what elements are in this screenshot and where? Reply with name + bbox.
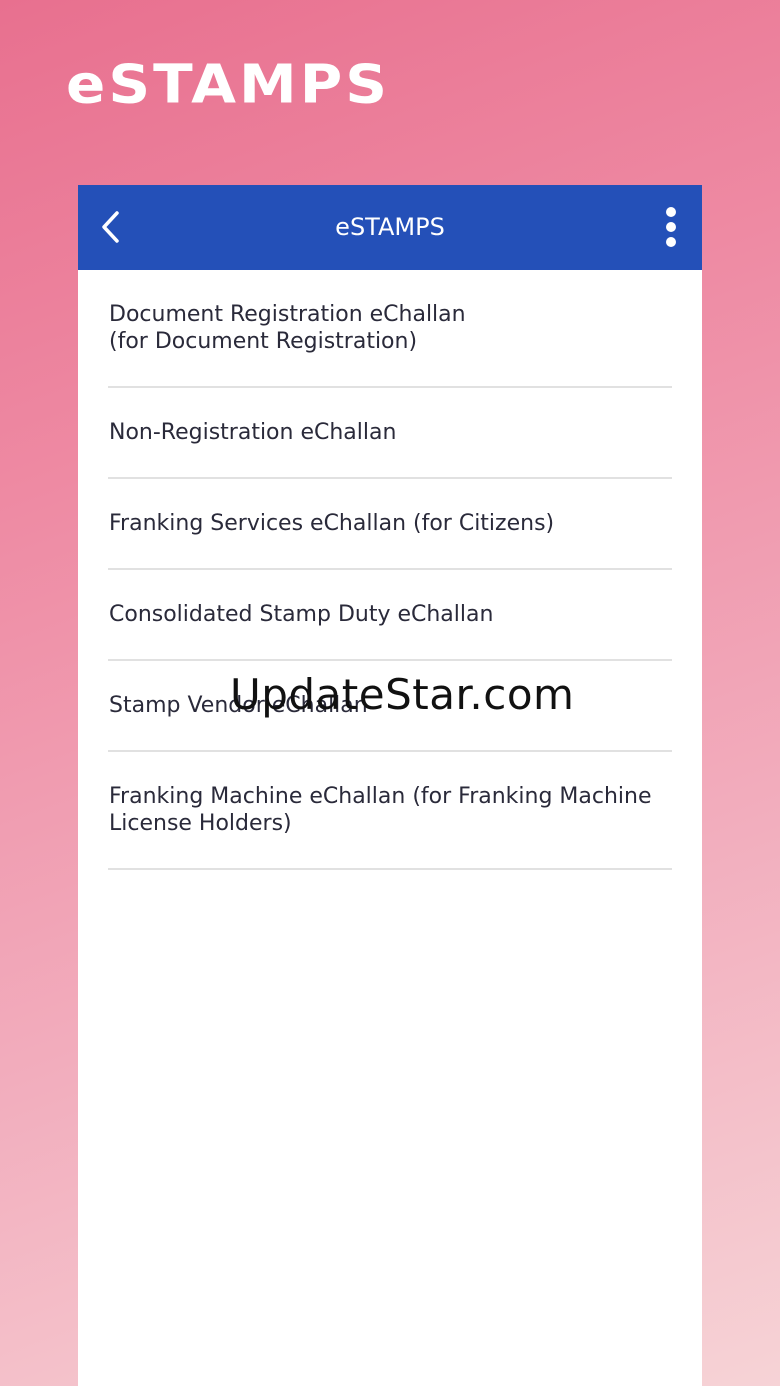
list-item-franking-services[interactable]: Franking Services eChallan (for Citizens… bbox=[108, 479, 672, 570]
list-item-label: Consolidated Stamp Duty eChallan bbox=[109, 602, 494, 627]
list-item-label: Document Registration eChallan (for Docu… bbox=[109, 302, 466, 354]
list-item-label: Stamp Vendor eChallan bbox=[109, 693, 368, 718]
list-item-label: Franking Services eChallan (for Citizens… bbox=[109, 511, 555, 536]
more-vert-icon bbox=[664, 207, 678, 247]
list-item-label: Franking Machine eChallan (for Franking … bbox=[109, 784, 652, 836]
list-item-stamp-vendor[interactable]: Stamp Vendor eChallan bbox=[108, 661, 672, 752]
promo-title: eSTAMPS bbox=[66, 52, 391, 116]
more-options-button[interactable] bbox=[664, 207, 678, 249]
list-item-franking-machine[interactable]: Franking Machine eChallan (for Franking … bbox=[108, 752, 672, 870]
app-screen: eSTAMPS Document Registration eChallan (… bbox=[78, 185, 702, 1386]
list-item-non-registration[interactable]: Non-Registration eChallan bbox=[108, 388, 672, 479]
app-bar: eSTAMPS bbox=[78, 185, 702, 270]
list-item-label: Non-Registration eChallan bbox=[109, 420, 397, 445]
list-item-consolidated-stamp-duty[interactable]: Consolidated Stamp Duty eChallan bbox=[108, 570, 672, 661]
list-item-document-registration[interactable]: Document Registration eChallan (for Docu… bbox=[108, 270, 672, 388]
app-bar-title: eSTAMPS bbox=[335, 213, 445, 241]
echallan-menu-list: Document Registration eChallan (for Docu… bbox=[108, 270, 672, 870]
